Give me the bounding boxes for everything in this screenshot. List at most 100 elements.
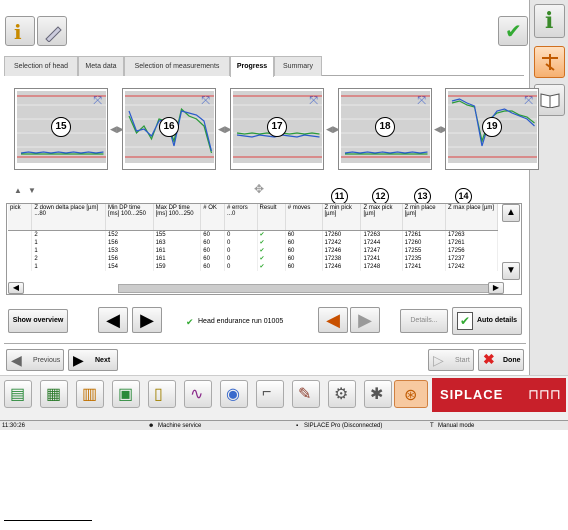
column-header[interactable]: Max DP time [ms] 100...250	[153, 204, 202, 231]
info-button[interactable]: i	[5, 16, 35, 46]
launcher-item[interactable]: ▦	[40, 380, 68, 408]
status-service: Machine service	[158, 423, 202, 429]
scroll-left-button[interactable]: ◀	[8, 282, 24, 294]
thumbnail-chart[interactable]: ⤧ 17	[230, 88, 324, 170]
tab-selection-of-measurements[interactable]: Selection of measurements	[124, 56, 230, 76]
edit-button[interactable]	[37, 16, 67, 46]
scroll-right-icon: ▶	[492, 283, 500, 292]
status-time: 11:30:26	[2, 423, 25, 429]
expand-icon[interactable]: ⤧	[309, 95, 318, 108]
result-check-icon: ✔	[257, 238, 286, 247]
launcher-item[interactable]: ▣	[112, 380, 140, 408]
table-cell: 1	[31, 238, 106, 247]
column-header[interactable]: Result	[257, 204, 286, 231]
confirm-button[interactable]: ✔	[498, 16, 528, 46]
launcher-item[interactable]: ⚙	[328, 380, 356, 408]
expand-icon[interactable]: ⤧	[93, 95, 102, 108]
scroll-right-button[interactable]: ▶	[488, 282, 504, 294]
column-header[interactable]: Z min pick [µm]	[322, 204, 362, 231]
next-button[interactable]: ▶ Next	[68, 349, 118, 371]
prev-run-button[interactable]: ◀	[318, 307, 348, 333]
previous-button[interactable]: ◀ Previous	[6, 349, 64, 371]
column-header[interactable]: Z max place [µm]	[445, 204, 499, 231]
start-button[interactable]: ▷ Start	[428, 349, 474, 371]
column-header[interactable]: Z min place [µm]	[402, 204, 446, 231]
table-cell: 0	[224, 246, 258, 255]
details-button[interactable]: Details...	[400, 309, 448, 333]
launcher-item[interactable]: ✎	[292, 380, 320, 408]
horizontal-scrollbar[interactable]	[118, 284, 490, 293]
table-cell: 161	[153, 246, 202, 255]
launcher-item[interactable]: ▤	[4, 380, 32, 408]
launcher-item-active[interactable]: ⊛	[394, 380, 428, 408]
launcher-item[interactable]: ◉	[220, 380, 248, 408]
thumbnail-chart[interactable]: ⤧ 19	[445, 88, 539, 170]
collapse-icon[interactable]: ▼	[28, 186, 36, 195]
next-head-button[interactable]: ▶	[132, 307, 162, 333]
result-check-icon: ✔	[257, 254, 286, 263]
scroll-up-button[interactable]: ▲	[502, 204, 520, 222]
prev-head-button[interactable]: ◀	[98, 307, 128, 333]
scroll-down-button[interactable]: ▼	[502, 262, 520, 280]
tab-progress[interactable]: Progress	[230, 56, 274, 77]
chart-number: 18	[375, 117, 395, 137]
table-row[interactable]: 2 156 161 60 0 ✔ 60 17238 17241 17235 17237	[8, 254, 499, 263]
expand-icon[interactable]: ⤧	[417, 95, 426, 108]
auto-details-toggle[interactable]: ✔ Auto details	[452, 307, 522, 335]
table-cell: 17241	[360, 254, 403, 263]
column-header[interactable]: Z max pick [µm]	[360, 204, 403, 231]
table-row[interactable]: 2 152 155 60 0 ✔ 60 17260 17263 17261 17263	[8, 230, 499, 239]
table-cell: 2	[31, 230, 106, 239]
feeder-icon: ⌐	[262, 384, 272, 401]
divider	[4, 343, 526, 344]
table-row[interactable]: 1 153 161 60 0 ✔ 60 17246 17247 17255 17256	[8, 246, 499, 255]
show-overview-button[interactable]: Show overview	[8, 309, 68, 333]
sidebar-tool-button[interactable]	[534, 46, 565, 78]
table-cell: 155	[153, 230, 202, 239]
sidebar-info-button[interactable]: i	[534, 4, 565, 38]
result-check-icon: ✔	[257, 230, 286, 239]
column-header[interactable]: Min DP time [ms] 100...250	[105, 204, 154, 231]
pen-icon: ✎	[298, 386, 312, 403]
table-row[interactable]: 1 154 159 60 0 ✔ 60 17246 17248 17241 17242	[8, 262, 499, 271]
table-row[interactable]: 1 156 163 60 0 ✔ 60 17242 17244 17260 17261	[8, 238, 499, 247]
column-header[interactable]: # OK	[200, 204, 226, 231]
launcher-item[interactable]: ✱	[364, 380, 392, 408]
table-cell: 17242	[445, 262, 499, 271]
column-header[interactable]: # moves	[285, 204, 323, 231]
collapse-top-icon[interactable]: ▲	[14, 186, 22, 195]
user-icon: ☻	[148, 423, 155, 429]
thumbnail-chart[interactable]: ⤧ 18	[338, 88, 432, 170]
info-icon: i	[14, 20, 22, 44]
next-run-button[interactable]: ▶	[350, 307, 380, 333]
table-cell: 156	[105, 238, 154, 247]
tab-summary[interactable]: Summary	[274, 56, 322, 76]
table-cell	[8, 254, 33, 263]
line-chart-icon: ∿	[190, 386, 204, 403]
thumbnail-chart[interactable]: ⤧ 15	[14, 88, 108, 170]
column-header[interactable]: # errors ...0	[224, 204, 258, 231]
expand-icon[interactable]: ⤧	[201, 95, 210, 108]
column-header[interactable]: Z down delta place [µm] ...80	[31, 204, 106, 231]
table-cell: 153	[105, 246, 154, 255]
table-cell: 60	[200, 262, 226, 271]
table-cell: 17246	[322, 246, 362, 255]
table-cell: 17263	[360, 230, 403, 239]
scroll-up-icon: ▲	[506, 207, 516, 218]
launcher-item[interactable]: ∿	[184, 380, 212, 408]
done-button[interactable]: ✖ Done	[478, 349, 524, 371]
table-cell: 154	[105, 262, 154, 271]
tab-meta-data[interactable]: Meta data	[78, 56, 124, 76]
table-cell: 17248	[360, 262, 403, 271]
column-header[interactable]: pick	[8, 204, 33, 231]
table-cell	[8, 230, 33, 239]
table-cell: 17260	[322, 230, 362, 239]
splitter-handle-icon[interactable]: ✥	[254, 182, 264, 196]
launcher-item[interactable]: ⌐	[256, 380, 284, 408]
launcher-item[interactable]: ▯	[148, 380, 176, 408]
thumbnail-chart[interactable]: ⤧ 16	[122, 88, 216, 170]
table-cell: 60	[200, 238, 226, 247]
tab-selection-of-head[interactable]: Selection of head	[4, 56, 78, 76]
launcher-item[interactable]: ▥	[76, 380, 104, 408]
expand-icon[interactable]: ⤧	[524, 95, 533, 108]
